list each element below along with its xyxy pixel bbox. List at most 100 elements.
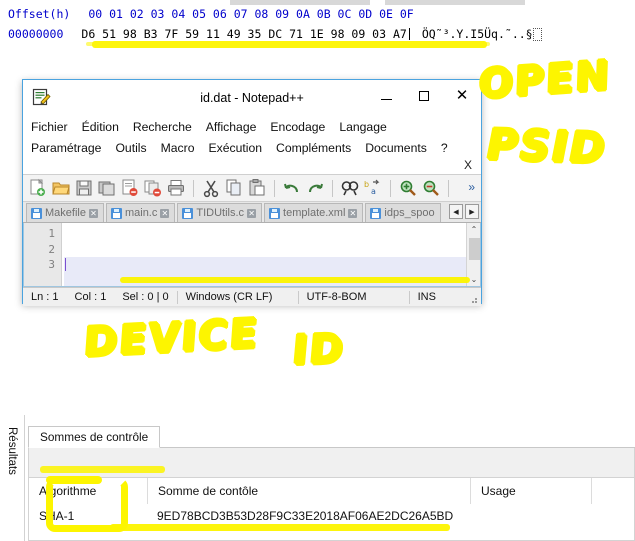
highlighter-stroke-hex-bytes bbox=[86, 41, 490, 48]
line-number-gutter: 1 2 3 bbox=[24, 223, 62, 286]
maximize-button[interactable] bbox=[405, 80, 443, 111]
notepadpp-window: id.dat - Notepad++ ✕ Fichier Édition Rec… bbox=[22, 79, 482, 306]
resize-grip-icon[interactable] bbox=[468, 294, 478, 304]
menu-item-outils[interactable]: Outils bbox=[115, 141, 146, 155]
menu-item-execution[interactable]: Exécution bbox=[208, 141, 262, 155]
tab-scroll-left-button[interactable]: ◀ bbox=[449, 204, 463, 219]
file-icon bbox=[31, 207, 42, 219]
toolbar-overflow-chevron[interactable]: » bbox=[468, 180, 475, 194]
menu-item-langage[interactable]: Langage bbox=[339, 120, 386, 134]
scroll-up-arrow-icon[interactable]: ⌃ bbox=[467, 223, 480, 236]
highlighter-smear-toolbar bbox=[40, 466, 165, 473]
toolbar-separator-4 bbox=[390, 179, 391, 197]
menu-item-macro[interactable]: Macro bbox=[161, 141, 195, 155]
hex-offset-label: Offset(h) bbox=[8, 7, 71, 21]
status-sel: Sel : 0 | 0 bbox=[122, 291, 169, 303]
column-header-somme[interactable]: Somme de contôle bbox=[148, 478, 470, 504]
cell-usage bbox=[469, 504, 589, 528]
hex-data-row: 00000000 D6 51 98 B3 7F 59 11 49 35 DC 71… bbox=[8, 27, 542, 41]
tab-close-icon[interactable]: ✕ bbox=[247, 208, 257, 218]
close-document-x[interactable]: X bbox=[464, 158, 472, 172]
tab-label: idps_spoo bbox=[384, 207, 435, 219]
paste-icon[interactable] bbox=[247, 178, 267, 198]
redo-icon[interactable] bbox=[305, 178, 325, 198]
close-window-button[interactable]: ✕ bbox=[443, 80, 481, 111]
screenshot-root: Offset(h) 00 01 02 03 04 05 06 07 08 09 0… bbox=[0, 0, 635, 541]
copy-icon[interactable] bbox=[224, 178, 244, 198]
tab-sommes-de-controle[interactable]: Sommes de contrôle bbox=[28, 426, 161, 448]
results-tab-bar: Sommes de contrôle bbox=[28, 426, 635, 448]
menu-item-help[interactable]: ? bbox=[441, 141, 448, 155]
line-number: 1 bbox=[48, 227, 55, 240]
print-icon[interactable] bbox=[166, 178, 186, 198]
tab-label: main.c bbox=[124, 207, 158, 219]
menu-item-encodage[interactable]: Encodage bbox=[270, 120, 325, 134]
scrollbar-thumb[interactable] bbox=[469, 238, 480, 260]
open-file-icon[interactable] bbox=[51, 178, 71, 198]
results-toolbar[interactable] bbox=[28, 448, 635, 478]
document-tab-tidutils-c[interactable]: TIDUtils.c ✕ bbox=[177, 203, 263, 222]
toolbar: ba » bbox=[23, 174, 481, 202]
file-icon bbox=[110, 207, 122, 219]
tab-label: TIDUtils.c bbox=[196, 207, 245, 219]
replace-icon[interactable]: ba bbox=[363, 178, 383, 198]
menu-item-complements[interactable]: Compléments bbox=[276, 141, 351, 155]
annotation-open: OPEN bbox=[478, 52, 612, 109]
line-number: 3 bbox=[48, 258, 55, 271]
cut-icon[interactable] bbox=[201, 178, 221, 198]
file-icon bbox=[269, 207, 281, 219]
results-vertical-label[interactable]: Résultats bbox=[2, 417, 22, 535]
menu-item-fichier[interactable]: Fichier bbox=[31, 120, 68, 134]
menu-item-edition[interactable]: Édition bbox=[82, 120, 119, 134]
document-tab-template-xml[interactable]: template.xml ✕ bbox=[264, 203, 364, 222]
svg-text:b: b bbox=[364, 180, 369, 189]
toolbar-separator bbox=[193, 179, 194, 197]
hex-viewer-tabstrip bbox=[0, 0, 635, 6]
column-header-usage[interactable]: Usage bbox=[471, 478, 591, 504]
minimize-button[interactable] bbox=[367, 80, 405, 111]
tab-label: template.xml bbox=[283, 207, 346, 219]
zoom-in-icon[interactable] bbox=[398, 178, 418, 198]
menu-item-affichage[interactable]: Affichage bbox=[206, 120, 257, 134]
menu-row-1: Fichier Édition Recherche Affichage Enco… bbox=[31, 116, 481, 137]
document-close-row: X bbox=[23, 158, 481, 174]
close-all-files-icon[interactable] bbox=[143, 178, 163, 198]
window-title-bar[interactable]: id.dat - Notepad++ ✕ bbox=[23, 80, 481, 116]
file-icon bbox=[182, 207, 194, 219]
tab-close-icon[interactable]: ✕ bbox=[348, 208, 358, 218]
hex-column-numbers: 00 01 02 03 04 05 06 07 08 09 0A 0B 0C 0… bbox=[88, 7, 414, 21]
zoom-out-icon[interactable] bbox=[421, 178, 441, 198]
tab-scroll-right-button[interactable]: ▶ bbox=[465, 204, 479, 219]
save-all-icon[interactable] bbox=[97, 178, 117, 198]
highlighter-stroke-sha1-row bbox=[110, 524, 450, 531]
annotation-device: DEVICE bbox=[82, 310, 261, 367]
annotation-id: ID bbox=[290, 326, 348, 375]
menu-item-recherche[interactable]: Recherche bbox=[133, 120, 192, 134]
tab-close-icon[interactable]: ✕ bbox=[160, 208, 170, 218]
hex-viewer: Offset(h) 00 01 02 03 04 05 06 07 08 09 0… bbox=[0, 0, 635, 56]
svg-text:a: a bbox=[371, 187, 376, 196]
highlighter-circle-top-stroke bbox=[46, 476, 102, 484]
close-file-icon[interactable] bbox=[120, 178, 140, 198]
toolbar-separator-5 bbox=[448, 179, 449, 197]
window-control-buttons: ✕ bbox=[367, 80, 481, 111]
save-icon[interactable] bbox=[74, 178, 94, 198]
hex-ascii-selection-box bbox=[532, 28, 542, 41]
tab-close-icon[interactable]: ✕ bbox=[88, 208, 98, 218]
document-tab-idps-spoof[interactable]: idps_spoo bbox=[365, 203, 441, 222]
status-line: Ln : 1 bbox=[31, 291, 59, 303]
panel-divider bbox=[24, 415, 25, 541]
undo-icon[interactable] bbox=[282, 178, 302, 198]
menu-item-parametrage[interactable]: Paramétrage bbox=[31, 141, 101, 155]
hex-row-bytes: D6 51 98 B3 7F 59 11 49 35 DC 71 1E 98 0… bbox=[81, 27, 407, 41]
find-icon[interactable] bbox=[340, 178, 360, 198]
status-encoding: UTF-8-BOM bbox=[306, 291, 367, 303]
toolbar-separator-2 bbox=[274, 179, 275, 197]
close-icon: ✕ bbox=[455, 86, 469, 104]
text-caret bbox=[65, 258, 66, 271]
document-tab-makefile[interactable]: Makefile ✕ bbox=[26, 203, 104, 222]
menu-item-documents[interactable]: Documents bbox=[365, 141, 427, 155]
new-file-icon[interactable] bbox=[28, 178, 48, 198]
document-tab-main-c[interactable]: main.c ✕ bbox=[105, 203, 176, 222]
status-eol: Windows (CR LF) bbox=[185, 291, 273, 303]
